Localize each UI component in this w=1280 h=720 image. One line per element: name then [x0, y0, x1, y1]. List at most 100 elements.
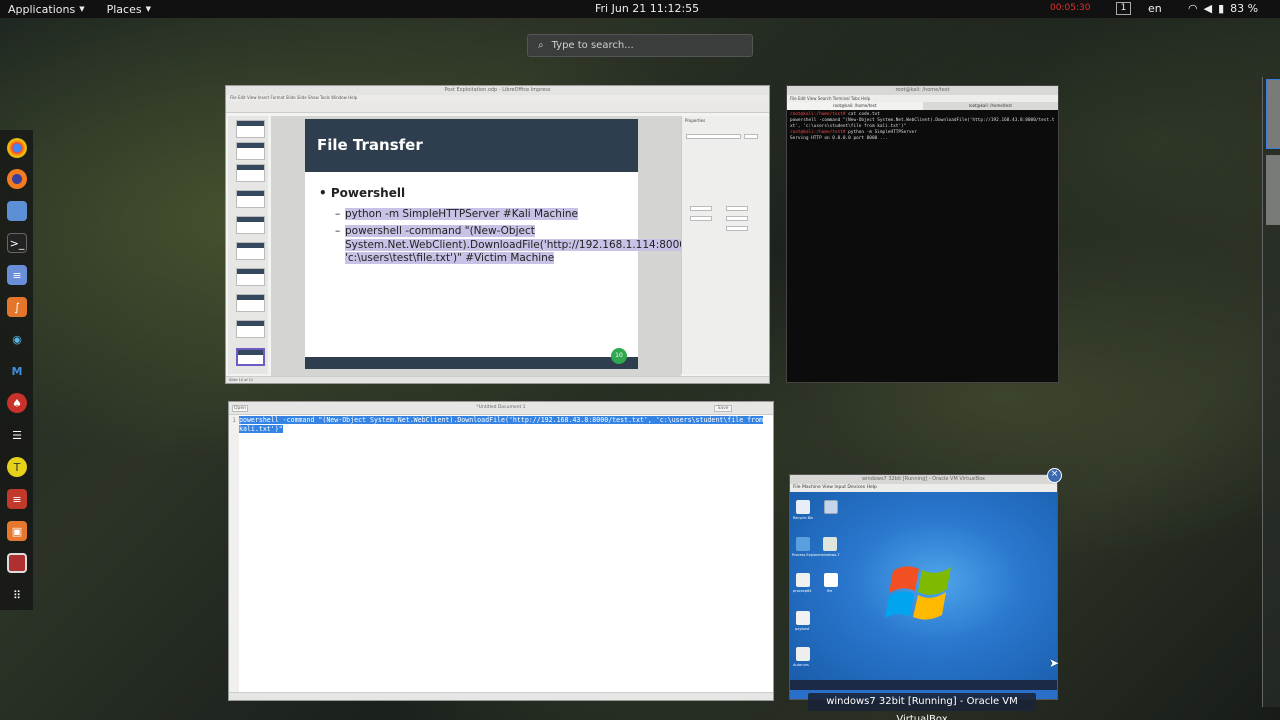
terminal-tab[interactable]: root@kali: /home/test	[787, 102, 923, 110]
virtualbox-window[interactable]: windows7 32bit [Running] - Oracle VM Vir…	[789, 474, 1058, 700]
slide-thumbnail[interactable]	[236, 268, 265, 286]
desktop-icon-label: Recycle Bin	[793, 516, 814, 520]
workspace-thumbnail[interactable]	[1266, 155, 1280, 225]
maltego-icon[interactable]: M	[7, 361, 27, 381]
properties-sidebar[interactable]: Properties	[681, 116, 769, 374]
windows-logo-icon	[885, 566, 951, 620]
desktop-icon-label: windows-7	[821, 553, 840, 557]
dash: –	[335, 208, 341, 220]
workspace-switcher[interactable]	[1262, 77, 1280, 707]
slide-thumbnail[interactable]	[236, 190, 265, 208]
applications-menu[interactable]: Applications ▼	[8, 3, 85, 16]
clock[interactable]: Fri Jun 21 11:12:55	[595, 2, 699, 15]
dock: >_ ≡ ∫ ◉ M ♠ ☰ T ≡ ▣ ⠿	[0, 130, 33, 610]
file-icon[interactable]	[824, 500, 838, 514]
vbox-menubar[interactable]: File Machine View Input Devices Help	[790, 484, 1057, 492]
payload-icon[interactable]	[796, 611, 810, 625]
file-icon[interactable]	[824, 573, 838, 587]
workspace-thumbnail[interactable]	[1266, 79, 1280, 149]
impress-window[interactable]: Post Exploitation.odp - LibreOffice Impr…	[225, 85, 770, 384]
battery-percent: 83 %	[1230, 2, 1259, 15]
editor-headerbar[interactable]: Open *Untitled Document 1 Save	[229, 402, 773, 415]
terminal-tabs[interactable]: root@kali: /home/test root@kali: /home/t…	[787, 102, 1058, 110]
bullet-text: Powershell	[330, 186, 406, 200]
places-menu[interactable]: Places ▼	[107, 3, 151, 16]
wifi-tool-icon[interactable]: ☰	[7, 425, 27, 445]
desktop-icon-label: Process Explorer	[792, 553, 821, 557]
firefox-icon[interactable]	[7, 169, 27, 189]
indent-field[interactable]	[726, 206, 748, 211]
system-tray[interactable]: ◠ ◀ ▮ 83 %	[1188, 2, 1258, 15]
files-icon[interactable]	[7, 201, 27, 221]
slide-thumbnail-selected[interactable]	[236, 348, 265, 366]
slide-bullet[interactable]: • Powershell	[319, 186, 405, 200]
windows-taskbar[interactable]	[790, 680, 1057, 690]
slide-subbullet[interactable]: – powershell -command "(New-Object Syste…	[335, 225, 730, 266]
armitage-icon[interactable]: ♠	[7, 393, 27, 413]
save-button[interactable]: Save	[714, 405, 732, 412]
slide[interactable]: File Transfer • Powershell – python -m S…	[305, 119, 730, 369]
vbox-titlebar[interactable]: windows7 32bit [Running] - Oracle VM Vir…	[790, 475, 1057, 484]
slide-subbullet[interactable]: – python -m SimpleHTTPServer #Kali Machi…	[335, 208, 578, 222]
recycle-bin-icon[interactable]	[796, 500, 810, 514]
slide-thumbnail[interactable]	[236, 294, 265, 312]
editor-text-area[interactable]: powershell -command "(New-Object System.…	[239, 416, 773, 434]
slide-thumbnail[interactable]	[236, 142, 265, 160]
slide-canvas[interactable]: File Transfer • Powershell – python -m S…	[271, 116, 730, 376]
terminal-menubar[interactable]: File Edit View Search Terminal Tabs Help	[787, 95, 1058, 102]
slide-thumbnail[interactable]	[236, 320, 265, 338]
selected-text[interactable]: powershell -command "(New-Object System.…	[239, 416, 764, 433]
prompt: root@kali:/home/test#	[790, 112, 849, 117]
procexp64-icon[interactable]	[796, 573, 810, 587]
font-name-field[interactable]	[686, 134, 741, 139]
mouse-cursor-icon: ➤	[1049, 656, 1060, 670]
burpsuite-icon[interactable]: ∫	[7, 297, 27, 317]
terminal-tab[interactable]: root@kali: /home/test	[923, 102, 1059, 110]
metasploit-icon[interactable]: ≡	[7, 489, 27, 509]
spacing-field[interactable]	[690, 206, 712, 211]
slide-thumbnail[interactable]	[236, 164, 265, 182]
slide-title[interactable]: File Transfer	[305, 119, 638, 172]
places-label: Places	[106, 2, 142, 16]
search-placeholder: Type to search...	[551, 40, 634, 51]
text-editor-window[interactable]: Open *Untitled Document 1 Save 1 powersh…	[228, 401, 774, 701]
windows-7-icon[interactable]	[823, 537, 837, 551]
chrome-icon[interactable]	[7, 138, 27, 158]
battery-icon: ▮	[1218, 2, 1225, 15]
font-size-field[interactable]	[744, 134, 758, 139]
show-apps-icon[interactable]: ⠿	[7, 585, 27, 605]
slide-thumbnail[interactable]	[236, 120, 265, 138]
process-explorer-icon[interactable]	[796, 537, 810, 551]
terminal-window[interactable]: root@kali: /home/test File Edit View Sea…	[786, 85, 1059, 383]
slide-thumbnail[interactable]	[236, 216, 265, 234]
terminal-icon[interactable]: >_	[7, 233, 27, 253]
output-line: Serving HTTP on 0.0.0.0 port 8000 ...	[790, 136, 888, 141]
impress-toolbar[interactable]	[226, 101, 769, 113]
sublime-icon[interactable]: ▣	[7, 521, 27, 541]
workspace-indicator[interactable]: 1	[1116, 2, 1131, 15]
close-icon[interactable]: ×	[1047, 468, 1062, 483]
beef-icon[interactable]: T	[7, 457, 27, 477]
terminal-output[interactable]: root@kali:/home/test# cat code.txt power…	[787, 110, 1058, 144]
recording-indicator[interactable]: 00:05:30	[1050, 3, 1090, 13]
impress-statusbar: Slide 10 of 12	[226, 376, 769, 383]
indent-field[interactable]	[726, 216, 748, 221]
screen-recorder-icon[interactable]	[7, 553, 27, 573]
slide-thumbnail[interactable]	[236, 242, 265, 260]
windows-desktop[interactable]: Recycle Bin Process Explorer windows-7 p…	[790, 492, 1057, 690]
spacing-field[interactable]	[690, 216, 712, 221]
language-indicator[interactable]: en	[1148, 2, 1162, 15]
impress-titlebar[interactable]: Post Exploitation.odp - LibreOffice Impr…	[226, 86, 769, 95]
autoruns-icon[interactable]	[796, 647, 810, 661]
window-label: windows7 32bit [Running] - Oracle VM Vir…	[808, 693, 1036, 720]
volume-icon: ◀	[1203, 2, 1213, 15]
search-input[interactable]: ⌕ Type to search...	[527, 34, 753, 57]
editor-statusbar	[229, 692, 773, 700]
text-editor-icon[interactable]: ≡	[7, 265, 27, 285]
indent-field[interactable]	[726, 226, 748, 231]
prompt: root@kali:/home/test#	[790, 130, 849, 135]
eye-icon[interactable]: ◉	[7, 329, 27, 349]
slide-panel[interactable]	[228, 116, 268, 374]
subbullet-text: powershell -command "(New-Object System.…	[345, 225, 730, 264]
terminal-titlebar[interactable]: root@kali: /home/test	[787, 86, 1058, 95]
